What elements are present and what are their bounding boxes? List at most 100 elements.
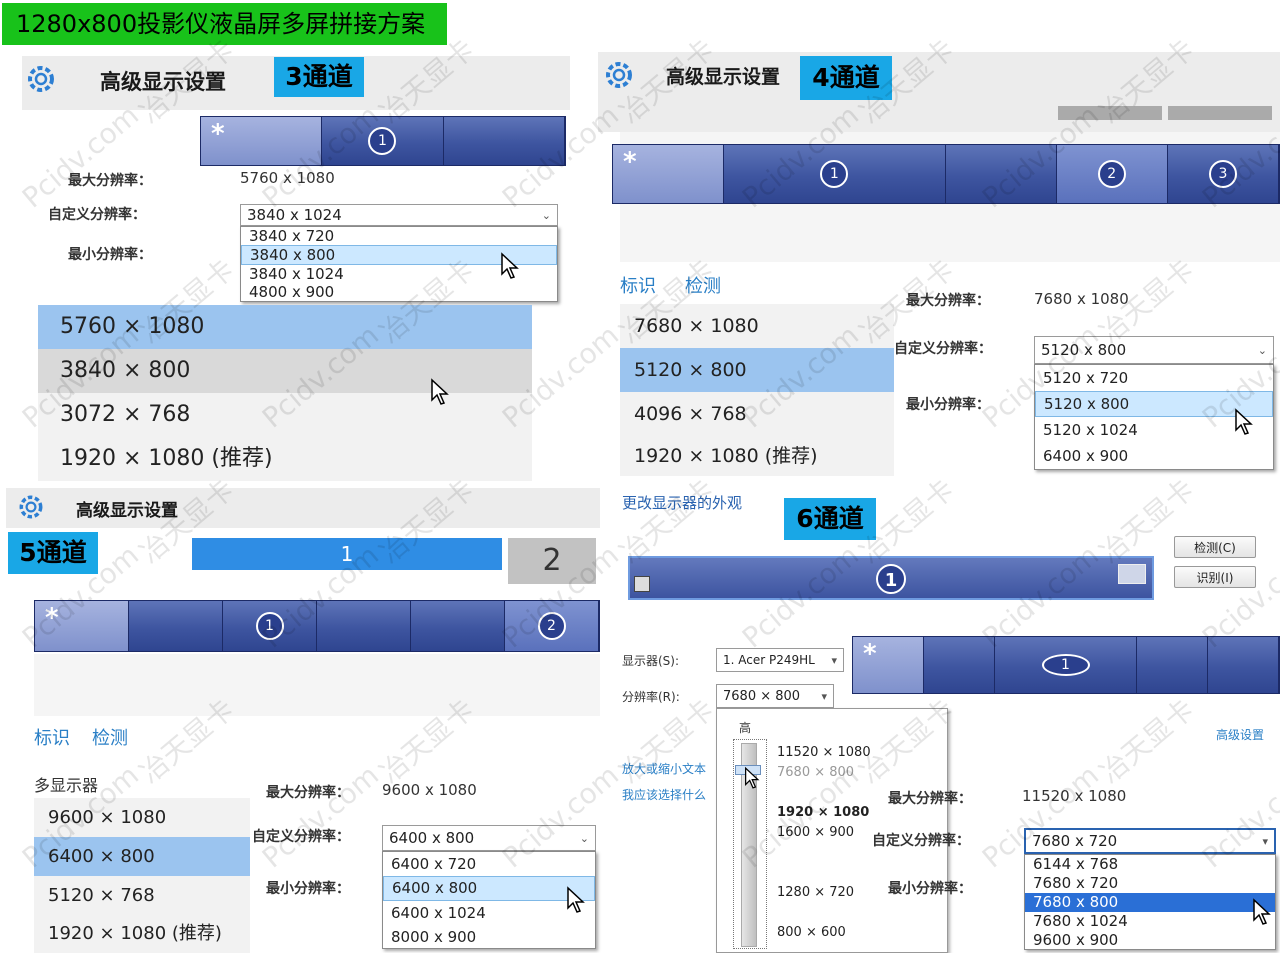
p6-option[interactable]: 7680 x 1024 [1025, 912, 1275, 931]
list-item[interactable]: 7680 × 1080 [620, 304, 894, 348]
monitor-1-badge: 1 [876, 564, 906, 594]
p4-max-value: 7680 x 1080 [1034, 290, 1129, 308]
p6-monitor-strip[interactable]: * 1 [852, 636, 1280, 694]
watermark: Pcidv.com [15, 98, 146, 215]
p6-option[interactable]: 7680 x 720 [1025, 874, 1275, 893]
list-item[interactable]: 1920 × 1080 (推荐) [620, 436, 894, 476]
resolution-select[interactable]: 7680 × 800 ▾ [716, 684, 834, 708]
p3-monitor-b[interactable]: 1 [322, 117, 444, 165]
list-item[interactable]: 5120 × 768 [34, 876, 250, 915]
p5-option-selected[interactable]: 6400 x 800 [383, 876, 595, 901]
list-item[interactable]: 9600 × 1080 [34, 798, 250, 837]
list-item[interactable]: 3840 × 800 [38, 349, 532, 393]
list-item[interactable]: 1920 × 1080 (推荐) [38, 437, 532, 481]
p5-monitor-strip[interactable]: * 1 2 [34, 600, 600, 652]
p3-resolution-list[interactable]: 5760 × 1080 3840 × 800 3072 × 768 1920 ×… [38, 305, 532, 481]
p4-option[interactable]: 5120 x 720 [1035, 365, 1273, 391]
list-item[interactable]: 4096 × 768 [620, 392, 894, 436]
p4-monitor-strip[interactable]: * 1 2 3 [612, 144, 1280, 204]
p6-monitor-c[interactable]: 1 [995, 637, 1137, 693]
p5-monitor-f[interactable]: 2 [505, 601, 599, 651]
p5-custom-select[interactable]: 6400 x 800 ⌄ [382, 825, 596, 851]
monitor-icon [634, 576, 650, 592]
p4-resolution-list[interactable]: 7680 × 1080 5120 × 800 4096 × 768 1920 ×… [620, 304, 894, 476]
p5-options-dropdown[interactable]: 6400 x 720 6400 x 800 6400 x 1024 8000 x… [382, 851, 596, 949]
p6-monitor-d[interactable] [1136, 637, 1208, 693]
p5-max-label: 最大分辨率： [266, 785, 350, 801]
p5-list-header: 多显示器 [34, 776, 99, 795]
p6-custom-select[interactable]: 7680 x 720 ▾ [1024, 828, 1276, 854]
p3-badge: 3通道 [274, 57, 364, 97]
p6-title: 更改显示器的外观 [622, 494, 743, 512]
text-size-link[interactable]: 放大或缩小文本 [622, 760, 706, 777]
p3-custom-select[interactable]: 3840 x 1024 ⌄ [240, 204, 558, 226]
p5-area [34, 654, 600, 716]
p4-option[interactable]: 6400 x 900 [1035, 443, 1273, 469]
list-item[interactable]: 6400 × 800 [34, 837, 250, 876]
p5-option[interactable]: 6400 x 720 [383, 852, 595, 876]
p5-monitor-1-large[interactable]: 1 [192, 538, 502, 570]
gear-icon [19, 495, 43, 519]
tab-detect[interactable]: 检测 [685, 272, 721, 298]
cursor-icon [1253, 898, 1271, 925]
gear-icon [606, 62, 632, 88]
list-item[interactable]: 5760 × 1080 [38, 305, 532, 349]
slider-option[interactable]: 1280 × 720 [777, 885, 854, 900]
p5-monitor-e[interactable] [411, 601, 505, 651]
p3-monitor-c[interactable] [443, 117, 565, 165]
p5-option[interactable]: 6400 x 1024 [383, 901, 595, 925]
p6-monitor-b[interactable] [924, 637, 996, 693]
detect-button[interactable]: 检测(C) [1174, 536, 1256, 558]
p6-monitor-e[interactable] [1207, 637, 1280, 693]
p3-monitor-strip[interactable]: * 1 [200, 116, 566, 166]
slider-option[interactable]: 11520 × 1080 [777, 745, 871, 760]
p4-monitor-c[interactable] [945, 145, 1057, 203]
resolution-label: 分辨率(R): [622, 690, 680, 704]
p5-monitor-a[interactable]: * [35, 601, 129, 651]
display-select[interactable]: 1. Acer P249HL ▾ [716, 648, 844, 672]
advanced-settings-link[interactable]: 高级设置 [1216, 726, 1264, 743]
slider-option[interactable]: 7680 × 800 [777, 765, 854, 780]
p6-monitor-a[interactable]: * [853, 637, 925, 693]
p5-title: 高级显示设置 [76, 501, 178, 521]
tab-identify[interactable]: 标识 [620, 272, 656, 298]
p5-monitor-d[interactable] [317, 601, 411, 651]
tab-identify[interactable]: 标识 [34, 724, 70, 750]
p5-option[interactable]: 8000 x 900 [383, 925, 595, 949]
slider-option[interactable]: 1920 × 1080 [777, 805, 869, 820]
window-icon [1118, 564, 1146, 584]
chevron-down-icon: ▾ [831, 653, 837, 667]
p3-option[interactable]: 4800 x 900 [241, 283, 557, 301]
help-link[interactable]: 我应该选择什么 [622, 786, 706, 803]
p6-option[interactable]: 6144 x 768 [1025, 855, 1275, 874]
p4-monitor-a[interactable]: * [613, 145, 725, 203]
tab-detect[interactable]: 检测 [92, 724, 128, 750]
p6-option[interactable]: 9600 x 900 [1025, 931, 1275, 949]
list-item[interactable]: 3072 × 768 [38, 393, 532, 437]
p5-resolution-list[interactable]: 9600 × 1080 6400 × 800 5120 × 768 1920 ×… [34, 798, 250, 953]
p4-bar-a [1058, 106, 1162, 120]
p4-monitor-e[interactable]: 3 [1167, 145, 1280, 203]
p3-option[interactable]: 3840 x 720 [241, 227, 557, 245]
p5-monitor-2-large[interactable]: 2 [508, 538, 596, 584]
cursor-icon [567, 886, 585, 913]
p4-badge: 4通道 [800, 56, 892, 100]
p5-monitor-c[interactable]: 1 [223, 601, 317, 651]
chevron-down-icon: ⌄ [541, 208, 551, 222]
slider-option[interactable]: 1600 × 900 [777, 825, 854, 840]
p4-monitor-d[interactable]: 2 [1056, 145, 1168, 203]
p3-min-label: 最小分辨率： [68, 247, 152, 263]
p3-monitor-a[interactable]: * [201, 117, 323, 165]
p6-option-selected[interactable]: 7680 x 800 [1025, 893, 1275, 912]
p6-options-dropdown[interactable]: 6144 x 768 7680 x 720 7680 x 800 7680 x … [1024, 854, 1276, 950]
p4-monitor-b[interactable]: 1 [724, 145, 946, 203]
p5-monitor-b[interactable] [129, 601, 223, 651]
chevron-down-icon: ▾ [1262, 834, 1268, 848]
list-item[interactable]: 1920 × 1080 (推荐) [34, 915, 250, 953]
identify-button[interactable]: 识别(I) [1174, 566, 1256, 588]
slider-option[interactable]: 800 × 600 [777, 925, 846, 940]
p3-title: 高级显示设置 [100, 70, 226, 94]
list-item[interactable]: 5120 × 800 [620, 348, 894, 392]
p4-custom-select[interactable]: 5120 x 800 ⌄ [1034, 336, 1274, 364]
p6-monitor-wide[interactable]: 1 [628, 556, 1154, 600]
